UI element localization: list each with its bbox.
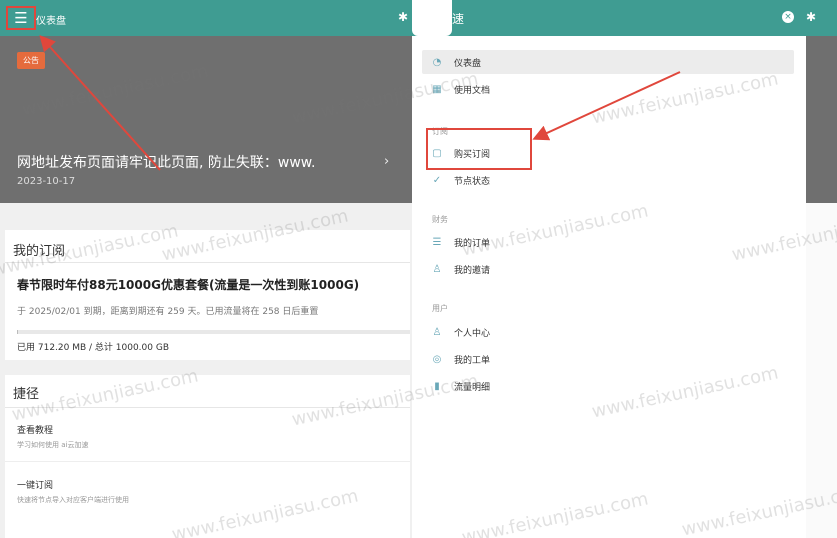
announcement-badge: 公告 [17, 52, 45, 69]
settings-icon-right[interactable]: ✱ [806, 10, 816, 24]
menu-icon[interactable]: ☰ [6, 6, 36, 30]
shortcut-desc: 学习如何使用 ai云加速 [17, 441, 89, 449]
shortcut-desc: 快速将节点导入对应客户端进行使用 [17, 496, 129, 504]
traffic-usage: 已用 712.20 MB / 总计 1000.00 GB [17, 343, 169, 353]
docs-icon: ▦ [432, 83, 442, 95]
nav-item-traffic-details[interactable]: ▮ 流量明细 [422, 374, 794, 398]
app-title: 仪表盘 [36, 16, 66, 27]
nav-item-node-status[interactable]: ✓ 节点状态 [422, 168, 794, 192]
nav-item-profile[interactable]: ♙ 个人中心 [422, 320, 794, 344]
navigation-drawer: 速 × ◔ 仪表盘 ▦ 使用文档 订阅 ▢ 购买订阅 ✓ 节点状态 财务 ☰ 我… [412, 0, 806, 538]
dashboard-icon: ◔ [432, 56, 442, 68]
nav-label: 流量明细 [454, 382, 491, 393]
subscription-card: 我的订阅 春节限时年付88元1000G优惠套餐(流量是一次性到账1000G) 于… [5, 230, 410, 360]
nav-label: 个人中心 [454, 328, 491, 339]
shortcut-tutorial[interactable]: 查看教程 学习如何使用 ai云加速 [17, 423, 407, 450]
nav-item-my-invites[interactable]: ♙ 我的邀请 [422, 257, 794, 281]
nav-label: 节点状态 [454, 176, 491, 187]
annotation-highlight-box [426, 128, 532, 170]
section-title-finance: 财务 [432, 215, 448, 224]
shortcut-title: 查看教程 [17, 426, 54, 436]
announcement-date: 2023-10-17 [17, 176, 76, 187]
user-plus-icon: ♙ [432, 263, 442, 275]
nav-item-tickets[interactable]: ◎ 我的工单 [422, 347, 794, 371]
close-icon[interactable]: × [782, 11, 794, 23]
page-edge [806, 203, 837, 538]
user-icon: ♙ [432, 326, 442, 338]
nav-label: 我的工单 [454, 355, 491, 366]
settings-icon[interactable]: ✱ [398, 10, 408, 24]
nav-label: 我的邀请 [454, 265, 491, 276]
nav-item-dashboard[interactable]: ◔ 仪表盘 [422, 50, 794, 74]
shortcut-title: 一键订阅 [17, 481, 54, 491]
subscription-header: 我的订阅 [13, 244, 66, 259]
nav-item-my-orders[interactable]: ☰ 我的订单 [422, 230, 794, 254]
divider [5, 407, 410, 408]
plan-name: 春节限时年付88元1000G优惠套餐(流量是一次性到账1000G) [17, 278, 360, 292]
drawer-header: 速 × [412, 0, 806, 36]
shortcut-one-click-subscribe[interactable]: 一键订阅 快速将节点导入对应客户端进行使用 [17, 478, 407, 505]
plan-expiry-info: 于 2025/02/01 到期，距离到期还有 259 天。已用流量将在 258 … [17, 307, 319, 317]
nav-label: 我的订单 [454, 238, 491, 249]
drawer-title: 速 [452, 12, 465, 26]
divider [5, 461, 410, 462]
redacted-logo [412, 0, 452, 36]
nav-label: 仪表盘 [454, 58, 482, 69]
nav-label: 使用文档 [454, 85, 491, 96]
nav-item-docs[interactable]: ▦ 使用文档 [422, 77, 794, 101]
bar-chart-icon: ▮ [434, 380, 440, 392]
announcement-title[interactable]: 网地址发布页面请牢记此页面, 防止失联：www. [17, 152, 315, 172]
carousel-next-icon[interactable]: › [384, 154, 389, 169]
list-icon: ☰ [432, 236, 442, 248]
traffic-progress-bar [17, 330, 410, 334]
shortcuts-header: 捷径 [13, 387, 40, 402]
shortcuts-card: 捷径 查看教程 学习如何使用 ai云加速 一键订阅 快速将节点导入对应客户端进行… [5, 375, 410, 538]
check-circle-icon: ✓ [432, 174, 442, 186]
support-icon: ◎ [432, 353, 442, 365]
divider [5, 262, 410, 263]
section-title-user: 用户 [432, 304, 448, 313]
